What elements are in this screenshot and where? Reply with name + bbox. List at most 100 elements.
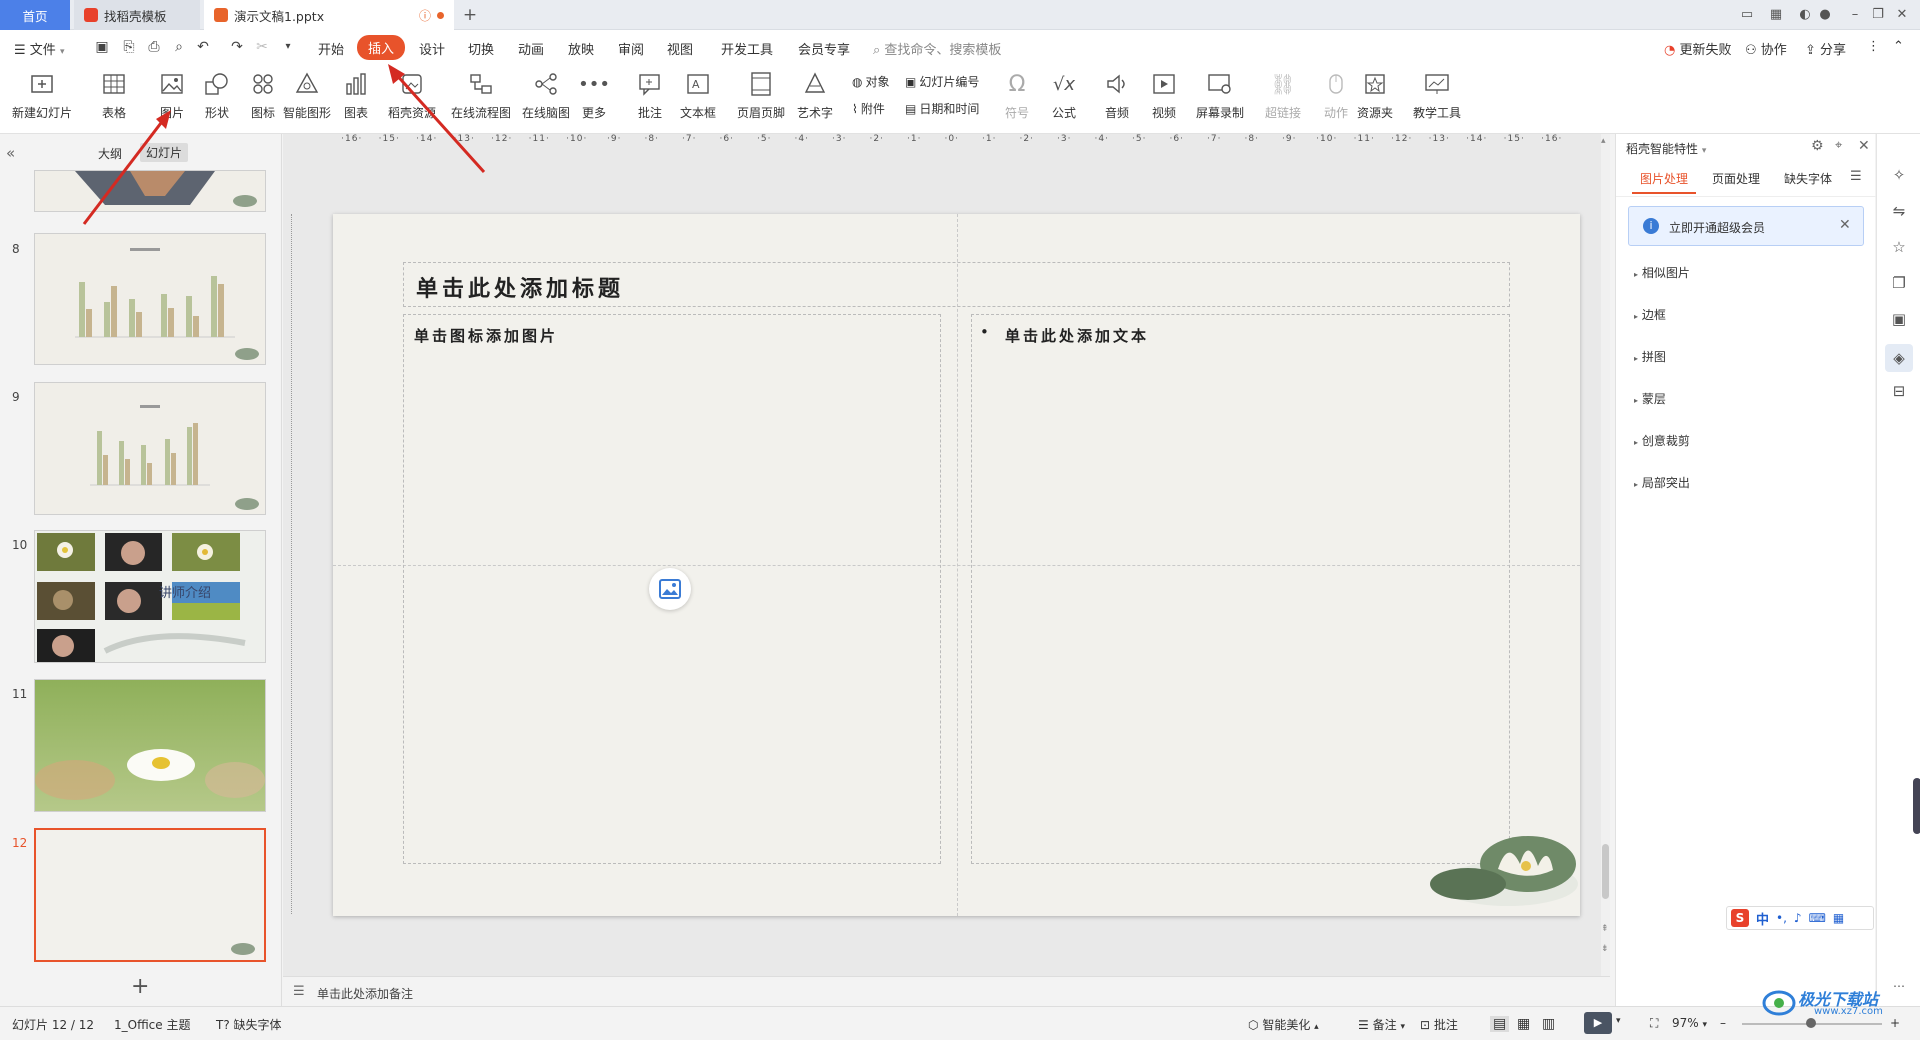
- ime-toolbar[interactable]: S 中 •, ♪ ⌨ ▦: [1726, 906, 1874, 930]
- print-preview-icon[interactable]: ⌕: [170, 38, 188, 56]
- online-flowchart-button[interactable]: 在线流程图: [451, 70, 511, 121]
- panel-tab-missing-font[interactable]: 缺失字体: [1784, 170, 1832, 187]
- panel-item-similar[interactable]: ▸ 相似图片: [1634, 264, 1690, 281]
- menu-transition[interactable]: 切换: [468, 39, 494, 58]
- menu-developer[interactable]: 开发工具: [721, 39, 773, 58]
- outline-tab[interactable]: 大纲: [98, 145, 122, 162]
- zoom-level[interactable]: 97% ▾: [1672, 1016, 1707, 1030]
- collapse-panel-icon[interactable]: «: [6, 144, 15, 162]
- sidebar-image-icon[interactable]: ▣: [1889, 310, 1909, 330]
- collapse-ribbon-icon[interactable]: ⌃: [1893, 39, 1904, 54]
- page-up-icon[interactable]: ⇞: [1601, 924, 1609, 934]
- panel-item-mask[interactable]: ▸ 蒙层: [1634, 390, 1666, 407]
- panel-header[interactable]: 稻壳智能特性 ▾: [1626, 140, 1706, 157]
- insert-picture-button[interactable]: [649, 568, 691, 610]
- redo-icon[interactable]: ↷: [228, 38, 246, 56]
- zoom-out-icon[interactable]: –: [1720, 1016, 1726, 1030]
- play-slideshow-button[interactable]: ▶: [1584, 1012, 1612, 1034]
- normal-view-icon[interactable]: ▤: [1490, 1016, 1510, 1032]
- docer-resource-button[interactable]: 稻壳资源: [388, 70, 436, 121]
- slide-thumbnail-11[interactable]: [34, 679, 266, 812]
- title-placeholder[interactable]: 单击此处添加标题: [403, 262, 1510, 307]
- restore-icon[interactable]: ❐: [1869, 6, 1887, 24]
- ime-mic-icon[interactable]: ♪: [1794, 911, 1802, 925]
- sidebar-smart-icon[interactable]: ◈: [1885, 344, 1913, 372]
- shape-button[interactable]: 形状: [203, 70, 231, 121]
- pin-icon[interactable]: ⌖: [1835, 138, 1842, 153]
- quick-access-more-icon[interactable]: ▾: [279, 38, 297, 56]
- slideshow-options-icon[interactable]: ▾: [1616, 1016, 1621, 1026]
- video-button[interactable]: 视频: [1150, 70, 1178, 121]
- ime-keyboard-icon[interactable]: ⌨: [1809, 911, 1826, 925]
- slide-thumbnail-8[interactable]: [34, 233, 266, 365]
- left-content-placeholder[interactable]: 单击图标添加图片: [403, 314, 941, 864]
- apps-grid-icon[interactable]: ▦: [1767, 6, 1785, 24]
- slide-number-button[interactable]: ▣ 幻灯片编号: [905, 73, 979, 90]
- menu-view[interactable]: 视图: [667, 39, 693, 58]
- panel-menu-icon[interactable]: ☰: [1850, 169, 1862, 184]
- panel-tab-page[interactable]: 页面处理: [1712, 170, 1760, 187]
- menu-insert[interactable]: 插入: [357, 35, 406, 60]
- more-options-icon[interactable]: ⋮: [1867, 39, 1880, 54]
- textbox-button[interactable]: A 文本框: [680, 70, 716, 121]
- menu-start[interactable]: 开始: [318, 39, 344, 58]
- sidebar-star-icon[interactable]: ☆: [1889, 238, 1909, 258]
- reading-view-icon[interactable]: ▥: [1542, 1016, 1555, 1032]
- tab-template[interactable]: 找稻壳模板: [74, 0, 200, 30]
- attachment-button[interactable]: ⌇ 附件: [852, 100, 885, 117]
- new-tab-plus-icon[interactable]: +: [461, 6, 479, 24]
- menu-slideshow[interactable]: 放映: [568, 39, 594, 58]
- panel-item-creative-crop[interactable]: ▸ 创意裁剪: [1634, 432, 1690, 449]
- header-footer-button[interactable]: 页眉页脚: [737, 70, 785, 121]
- menu-animation[interactable]: 动画: [518, 39, 544, 58]
- picture-button[interactable]: 图片: [158, 70, 186, 121]
- chart-button[interactable]: 图表: [342, 70, 370, 121]
- slide-canvas[interactable]: 单击此处添加标题 单击图标添加图片 • 单击此处添加文本: [333, 214, 1580, 916]
- tab-home[interactable]: 首页: [0, 0, 70, 30]
- slide-thumbnail-12[interactable]: [34, 828, 266, 962]
- print-icon[interactable]: ⎙: [145, 38, 163, 56]
- symbol-button[interactable]: Ω 符号: [1003, 70, 1031, 121]
- panel-item-collage[interactable]: ▸ 拼图: [1634, 348, 1666, 365]
- sidebar-magic-icon[interactable]: ✧: [1889, 166, 1909, 186]
- window-layout-icon[interactable]: ▭: [1738, 6, 1756, 24]
- vertical-scrollbar[interactable]: ▴ ⇞ ⇟: [1601, 134, 1610, 976]
- tab-document[interactable]: 演示文稿1.pptx ⓘ: [204, 0, 454, 30]
- object-button[interactable]: ◍ 对象: [852, 73, 890, 90]
- sidebar-book-icon[interactable]: ⊟: [1889, 382, 1909, 402]
- online-mindmap-button[interactable]: 在线脑图: [522, 70, 570, 121]
- fit-window-icon[interactable]: ⛶: [1650, 1016, 1658, 1031]
- smart-art-button[interactable]: 智能图形: [283, 70, 331, 121]
- action-button[interactable]: 动作: [1322, 70, 1350, 121]
- sidebar-copy-icon[interactable]: ❐: [1889, 274, 1909, 294]
- export-pdf-icon[interactable]: ⎘: [120, 38, 138, 56]
- undo-icon[interactable]: ↶: [194, 38, 212, 56]
- close-window-icon[interactable]: ✕: [1893, 6, 1911, 24]
- vip-banner[interactable]: i 立即开通超级会员 ✕: [1628, 206, 1864, 246]
- side-handle[interactable]: [1913, 778, 1920, 834]
- close-banner-icon[interactable]: ✕: [1839, 217, 1851, 233]
- menu-design[interactable]: 设计: [419, 39, 445, 58]
- add-slide-icon[interactable]: +: [131, 974, 149, 999]
- ime-grid-icon[interactable]: ▦: [1833, 911, 1844, 925]
- ime-punct-icon[interactable]: •,: [1776, 911, 1787, 925]
- slides-tab[interactable]: 幻灯片: [140, 143, 189, 162]
- settings-gear-icon[interactable]: ⚙: [1811, 138, 1824, 154]
- screen-record-button[interactable]: 屏幕录制: [1196, 70, 1244, 121]
- panel-tab-picture[interactable]: 图片处理: [1640, 170, 1688, 187]
- page-down-icon[interactable]: ⇟: [1601, 944, 1609, 954]
- right-content-placeholder[interactable]: • 单击此处添加文本: [971, 314, 1510, 864]
- more-button[interactable]: ••• 更多: [578, 70, 610, 121]
- slide-thumbnail-10[interactable]: 讲师介绍: [34, 530, 266, 663]
- menu-member[interactable]: 会员专享: [798, 39, 850, 58]
- panel-item-border[interactable]: ▸ 边框: [1634, 306, 1666, 323]
- collaborate-button[interactable]: ⚇ 协作: [1745, 39, 1787, 58]
- audio-button[interactable]: 音频: [1103, 70, 1131, 121]
- table-button[interactable]: 表格: [100, 70, 128, 121]
- scrollbar-thumb[interactable]: [1602, 844, 1609, 899]
- close-panel-icon[interactable]: ✕: [1858, 138, 1870, 154]
- format-painter-icon[interactable]: ✂: [253, 38, 271, 56]
- new-slide-button[interactable]: 新建幻灯片: [12, 70, 72, 121]
- scroll-up-icon[interactable]: ▴: [1601, 136, 1606, 146]
- share-button[interactable]: ⇪ 分享: [1805, 39, 1846, 58]
